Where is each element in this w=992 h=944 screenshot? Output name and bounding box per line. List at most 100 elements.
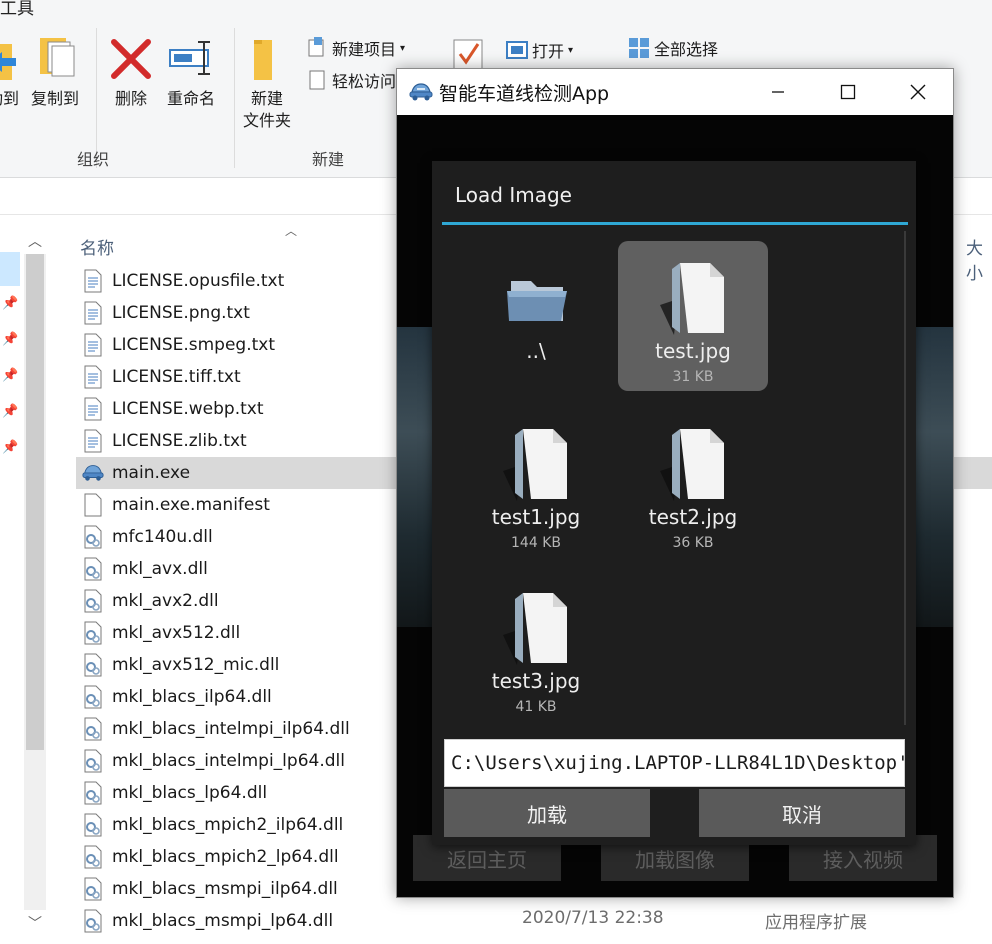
file-row[interactable]: LICENSE.png.txt [76,297,406,329]
open-button[interactable]: 打开 ▾ [506,38,573,62]
app-titlebar[interactable]: 智能车道线检测App [397,69,953,115]
new-folder-icon [254,40,272,80]
cancel-button[interactable]: 取消 [699,789,905,837]
rename-button[interactable]: 重命名 [164,36,218,110]
file-row[interactable]: mkl_blacs_mpich2_ilp64.dll [76,809,406,841]
file-row[interactable]: main.exe.manifest [76,489,406,521]
delete-icon [111,39,151,79]
file-tile[interactable]: test1.jpg 144 KB [461,407,611,557]
maximize-button[interactable] [813,69,883,115]
file-row[interactable]: mkl_blacs_mpich2_lp64.dll [76,841,406,873]
move-to-button[interactable]: 动到 [0,36,20,110]
file-name: LICENSE.zlib.txt [112,431,247,451]
pin-icon[interactable]: 📌 [2,440,18,456]
file-tile[interactable]: test3.jpg 41 KB [461,571,611,721]
ribbon-tab-tools[interactable]: 工具 [0,0,34,19]
load-image-dialog: Load Image ..\ test.jpg 31 KB test1.jpg 144 … [432,161,916,845]
file-tile[interactable]: test.jpg 31 KB [618,241,768,391]
tile-file-size: 36 KB [672,535,714,551]
dialog-scrollbar[interactable] [904,231,906,725]
file-row[interactable]: mkl_blacs_lp64.dll [76,777,406,809]
folder-icon [497,257,577,337]
file-row[interactable]: mkl_avx512.dll [76,617,406,649]
column-header-name[interactable]: 名称 [80,234,114,259]
close-button[interactable] [883,69,953,115]
dropdown-arrow-icon: ▾ [568,44,574,56]
image-file-icon [497,423,577,503]
file-row[interactable]: LICENSE.webp.txt [76,393,406,425]
file-name: mkl_blacs_msmpi_lp64.dll [112,911,334,931]
app-body: 返回主页 加载图像 接入视频 Load Image ..\ test.jpg 31 … [397,115,953,897]
text-file-icon [82,333,104,357]
dll-file-icon [82,557,104,581]
file-row[interactable]: mkl_avx512_mic.dll [76,649,406,681]
scroll-down-arrow-icon[interactable]: ﹀ [24,912,46,934]
group-label-organize: 组织 [77,150,110,169]
tile-file-name: test.jpg [655,339,731,363]
file-row[interactable]: mkl_blacs_msmpi_ilp64.dll [76,873,406,905]
delete-button[interactable]: 删除 [108,36,154,110]
properties-icon[interactable] [452,36,488,72]
file-name: mkl_avx512.dll [112,623,241,643]
file-row[interactable]: mkl_avx.dll [76,553,406,585]
load-button[interactable]: 加载 [444,789,650,837]
image-file-icon [497,587,577,667]
tile-file-name: test3.jpg [491,669,581,693]
folder-tile[interactable]: ..\ [461,241,611,391]
dll-file-icon [82,621,104,645]
minimize-button[interactable] [743,69,813,115]
file-row[interactable]: mkl_blacs_msmpi_lp64.dll [76,905,406,937]
tile-file-size: 144 KB [511,535,561,551]
tile-file-name: ..\ [526,339,546,363]
file-row[interactable]: mkl_blacs_ilp64.dll [76,681,406,713]
file-row[interactable]: LICENSE.opusfile.txt [76,265,406,297]
file-row[interactable]: LICENSE.zlib.txt [76,425,406,457]
file-row[interactable]: mkl_blacs_intelmpi_lp64.dll [76,745,406,777]
scrollbar-thumb[interactable] [26,254,44,750]
app-window: 智能车道线检测App 返回主页 加载图像 接入视频 Load Image ..\… [396,68,954,898]
file-tile[interactable]: test2.jpg 36 KB [618,407,768,557]
dll-file-icon [82,717,104,741]
file-name: mkl_blacs_ilp64.dll [112,687,272,707]
file-name: mkl_blacs_msmpi_ilp64.dll [112,879,338,899]
close-icon [910,84,926,100]
file-name: LICENSE.png.txt [112,303,250,323]
select-all-button[interactable]: 全部选择 [628,36,718,60]
maximize-icon [840,84,856,100]
file-name: mkl_blacs_mpich2_lp64.dll [112,847,339,867]
copy-to-button[interactable]: 复制到 [30,36,80,110]
file-row[interactable]: mkl_avx2.dll [76,585,406,617]
dll-file-icon [82,877,104,901]
pin-icon[interactable]: 📌 [2,404,18,420]
file-row[interactable]: mfc140u.dll [76,521,406,553]
file-name: mfc140u.dll [112,527,213,547]
move-to-icon [0,44,16,80]
minimize-icon [772,91,784,93]
scroll-up-arrow-icon[interactable]: ︿ [24,230,46,252]
pin-icon[interactable]: 📌 [2,332,18,348]
text-file-icon [82,301,104,325]
file-name: LICENSE.webp.txt [112,399,264,419]
pin-icon[interactable]: 📌 [2,368,18,384]
file-name: mkl_avx2.dll [112,591,219,611]
file-name: main.exe [112,463,191,483]
file-name: LICENSE.tiff.txt [112,367,241,387]
file-name: mkl_blacs_intelmpi_lp64.dll [112,751,345,771]
tile-file-size: 41 KB [515,699,557,715]
dialog-title: Load Image [455,183,572,207]
file-row[interactable]: mkl_blacs_intelmpi_ilp64.dll [76,713,406,745]
pin-icon[interactable]: 📌 [2,296,18,312]
file-row[interactable]: LICENSE.smpeg.txt [76,329,406,361]
easy-access-button[interactable]: 轻松访问 [306,68,396,92]
group-label-new: 新建 [312,150,345,169]
column-header-size[interactable]: 大小 [966,234,992,284]
image-file-icon [654,423,734,503]
new-folder-button[interactable]: 新建 文件夹 [242,36,292,132]
car-app-icon [409,83,433,101]
navigation-selected-item[interactable] [0,252,20,286]
file-row[interactable]: LICENSE.tiff.txt [76,361,406,393]
path-input[interactable]: C:\Users\xujing.LAPTOP-LLR84L1D\Desktop' [444,739,905,787]
file-name: mkl_blacs_mpich2_ilp64.dll [112,815,344,835]
copy-to-icon [40,38,75,77]
new-item-button[interactable]: 新建项目 ▾ [306,36,405,60]
